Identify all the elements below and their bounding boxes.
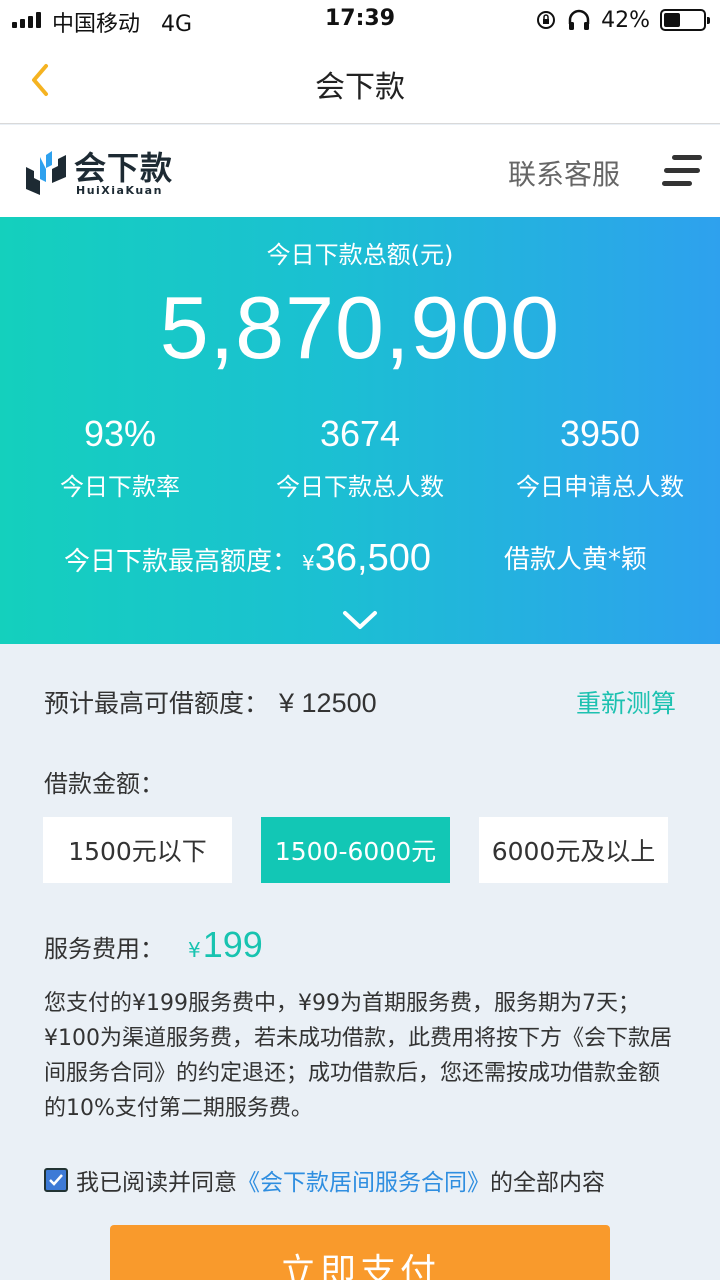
stat-rate: 93% 今日下款率 [0, 413, 240, 502]
status-bar: 中国移动 4G 17:39 42% [0, 0, 720, 40]
contract-link[interactable]: 《会下款居间服务合同》 [237, 1163, 490, 1197]
nav-bar: 会下款 [0, 40, 720, 124]
total-amount: 5,870,900 [159, 278, 561, 377]
battery-percent: 42% [601, 7, 650, 33]
stat-value: 93% [83, 413, 157, 454]
headphones-icon [568, 9, 590, 30]
brand-header: 会下款 HuiXiaKuan 联系客服 [0, 125, 720, 217]
stats-panel: 今日下款总额(元) 5,870,900 93% 今日下款率 3674 今日下款总… [0, 217, 720, 644]
page-title: 会下款 [315, 70, 405, 105]
status-right: 42% [535, 6, 710, 34]
stat-loan-count: 3674 今日下款总人数 [240, 413, 480, 502]
estimate-row: 预计最高可借额度： ¥ 12500 [44, 684, 377, 720]
stat-apply-count: 3950 今日申请总人数 [480, 413, 720, 502]
agreement-row[interactable]: 我已阅读并同意 《会下款居间服务合同》 的全部内容 [44, 1163, 605, 1197]
agree-prefix: 我已阅读并同意 [76, 1170, 237, 1196]
amount-option-low[interactable]: 1500元以下 [43, 817, 232, 883]
fee-amount: 199 [202, 924, 263, 965]
agree-suffix: 的全部内容 [490, 1170, 605, 1196]
max-loan-row: 今日下款最高额度： ¥ 36,500 [64, 537, 431, 580]
total-label: 今日下款总额(元) [266, 241, 454, 269]
brand-name: 会下款 [74, 149, 174, 187]
stat-label: 今日下款率 [60, 473, 180, 501]
recalculate-link[interactable]: 重新测算 [576, 684, 676, 720]
estimate-label: 预计最高可借额度： [44, 689, 270, 718]
service-fee-row: 服务费用： ¥ 199 [44, 924, 263, 966]
pay-now-button[interactable]: 立即支付 [110, 1225, 610, 1280]
check-icon [49, 1174, 63, 1186]
stat-label: 今日申请总人数 [516, 473, 684, 501]
borrower-name: 借款人黄*颖 [504, 545, 648, 575]
rotation-lock-icon [537, 11, 556, 29]
fee-description: 您支付的¥199服务费中，¥99为首期服务费，服务期为7天；¥100为渠道服务费… [44, 991, 672, 1121]
contact-support-link[interactable]: 联系客服 [508, 153, 620, 193]
brand-subtitle: HuiXiaKuan [76, 184, 163, 197]
stat-value: 3674 [319, 413, 401, 454]
stat-value: 3950 [559, 413, 641, 454]
agree-checkbox[interactable] [44, 1168, 68, 1192]
chevron-down-icon[interactable] [342, 609, 378, 631]
app-logo-icon [26, 151, 66, 195]
loan-amount-label: 借款金额： [44, 770, 164, 798]
fee-label: 服务费用： [44, 935, 164, 963]
max-loan-amount: 36,500 [314, 537, 431, 579]
estimate-amount: ¥ 12500 [279, 688, 377, 718]
fee-currency: ¥ [188, 938, 201, 962]
amount-option-mid[interactable]: 1500-6000元 [261, 817, 450, 883]
max-loan-currency: ¥ [302, 551, 315, 575]
stat-label: 今日下款总人数 [276, 473, 444, 501]
menu-icon[interactable] [662, 155, 702, 187]
max-loan-label: 今日下款最高额度： [64, 547, 299, 577]
amount-option-high[interactable]: 6000元及以上 [479, 817, 668, 883]
battery-icon [660, 9, 710, 31]
